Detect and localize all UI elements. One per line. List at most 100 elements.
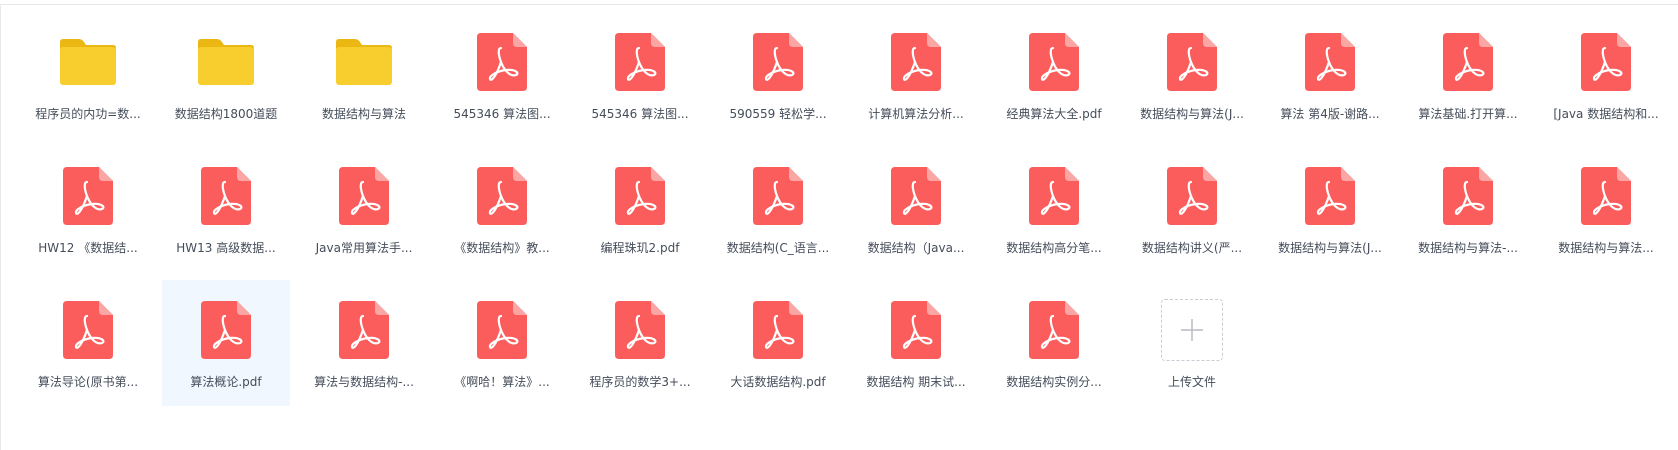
file-item[interactable]: [Java 数据结构和...: [1542, 12, 1670, 138]
pdf-icon: [24, 298, 152, 362]
file-item[interactable]: 大话数据结构.pdf: [714, 280, 842, 406]
upload-icon-wrap: [1128, 298, 1256, 362]
file-item[interactable]: 算法基础.打开算...: [1404, 12, 1532, 138]
pdf-icon: [339, 167, 389, 225]
file-item[interactable]: 程序员的数学3+...: [576, 280, 704, 406]
pdf-icon: [615, 33, 665, 91]
file-item[interactable]: 《啊哈！算法》...: [438, 280, 566, 406]
file-item[interactable]: 590559 轻松学...: [714, 12, 842, 138]
item-name: 数据结构(C_语言...: [726, 241, 830, 255]
item-name: 数据结构高分笔...: [1006, 241, 1102, 255]
pdf-icon: [1266, 164, 1394, 228]
pdf-icon: [1305, 167, 1355, 225]
folder-icon: [162, 30, 290, 94]
item-name: Java常用算法手...: [315, 241, 413, 255]
pdf-icon: [753, 167, 803, 225]
panel-left-border: [0, 4, 1, 450]
pdf-icon: [1542, 164, 1670, 228]
pdf-icon: [1266, 30, 1394, 94]
file-item[interactable]: 数据结构与算法-...: [1404, 146, 1532, 272]
pdf-icon: [1443, 33, 1493, 91]
pdf-icon: [1581, 33, 1631, 91]
pdf-icon: [63, 167, 113, 225]
pdf-icon: [891, 301, 941, 359]
pdf-icon: [891, 167, 941, 225]
pdf-icon: [576, 164, 704, 228]
item-name: 算法与数据结构-...: [314, 375, 414, 389]
folder-icon: [336, 39, 392, 85]
file-item[interactable]: 545346 算法图...: [576, 12, 704, 138]
pdf-icon: [201, 167, 251, 225]
file-item[interactable]: 计算机算法分析...: [852, 12, 980, 138]
pdf-icon: [1305, 33, 1355, 91]
pdf-icon: [477, 33, 527, 91]
file-item[interactable]: 545346 算法图...: [438, 12, 566, 138]
folder-item[interactable]: 数据结构与算法: [300, 12, 428, 138]
pdf-icon: [1404, 30, 1532, 94]
file-item[interactable]: 数据结构与算法(J...: [1266, 146, 1394, 272]
item-name: 590559 轻松学...: [729, 107, 827, 121]
item-name: HW12 《数据结...: [38, 241, 138, 255]
item-name: 545346 算法图...: [453, 107, 551, 121]
folder-icon: [24, 30, 152, 94]
panel-top-border: [0, 4, 1678, 5]
pdf-icon: [1443, 167, 1493, 225]
item-name: 545346 算法图...: [591, 107, 689, 121]
file-item[interactable]: 算法导论(原书第...: [24, 280, 152, 406]
file-item[interactable]: 数据结构高分笔...: [990, 146, 1118, 272]
item-name: HW13 高级数据...: [176, 241, 276, 255]
file-item[interactable]: 编程珠玑2.pdf: [576, 146, 704, 272]
upload-button[interactable]: [1161, 299, 1223, 361]
pdf-icon: [852, 298, 980, 362]
item-name: 算法导论(原书第...: [37, 375, 139, 389]
file-item[interactable]: 数据结构 期末试...: [852, 280, 980, 406]
file-item[interactable]: 算法 第4版-谢路...: [1266, 12, 1394, 138]
pdf-icon: [1167, 167, 1217, 225]
pdf-icon: [1029, 167, 1079, 225]
pdf-icon: [990, 298, 1118, 362]
file-item[interactable]: 算法概论.pdf: [162, 280, 290, 406]
pdf-icon: [615, 301, 665, 359]
pdf-icon: [1542, 30, 1670, 94]
pdf-icon: [753, 301, 803, 359]
file-item[interactable]: HW13 高级数据...: [162, 146, 290, 272]
file-item[interactable]: 数据结构与算法...: [1542, 146, 1670, 272]
pdf-icon: [1404, 164, 1532, 228]
pdf-icon: [1029, 33, 1079, 91]
item-name: 算法 第4版-谢路...: [1280, 107, 1380, 121]
item-name: 数据结构与算法(J...: [1140, 107, 1244, 121]
pdf-icon: [162, 298, 290, 362]
pdf-icon: [438, 298, 566, 362]
pdf-icon: [438, 30, 566, 94]
pdf-icon: [1128, 164, 1256, 228]
file-item[interactable]: HW12 《数据结...: [24, 146, 152, 272]
file-item[interactable]: 数据结构与算法(J...: [1128, 12, 1256, 138]
file-item[interactable]: 经典算法大全.pdf: [990, 12, 1118, 138]
file-item[interactable]: 数据结构(C_语言...: [714, 146, 842, 272]
folder-icon: [198, 39, 254, 85]
folder-item[interactable]: 数据结构1800道题: [162, 12, 290, 138]
file-item[interactable]: Java常用算法手...: [300, 146, 428, 272]
pdf-icon: [990, 164, 1118, 228]
pdf-icon: [615, 167, 665, 225]
pdf-icon: [477, 301, 527, 359]
file-item[interactable]: 数据结构讲义(严...: [1128, 146, 1256, 272]
file-item[interactable]: 算法与数据结构-...: [300, 280, 428, 406]
item-name: 算法概论.pdf: [190, 375, 262, 389]
item-name: 数据结构与算法(J...: [1278, 241, 1382, 255]
upload-tile[interactable]: 上传文件: [1128, 280, 1256, 406]
file-item[interactable]: 数据结构（Java...: [852, 146, 980, 272]
folder-item[interactable]: 程序员的内功=数...: [24, 12, 152, 138]
folder-icon: [300, 30, 428, 94]
item-name: 编程珠玑2.pdf: [600, 241, 680, 255]
file-grid: 程序员的内功=数... 数据结构1800道题 数据结构与算法 545346 算法…: [19, 12, 1675, 414]
item-name: 经典算法大全.pdf: [1006, 107, 1102, 121]
file-item[interactable]: 《数据结构》教...: [438, 146, 566, 272]
item-name: 程序员的内功=数...: [35, 107, 141, 121]
pdf-icon: [201, 301, 251, 359]
item-name: 数据结构与算法-...: [1418, 241, 1518, 255]
pdf-icon: [714, 30, 842, 94]
file-item[interactable]: 数据结构实例分...: [990, 280, 1118, 406]
pdf-icon: [24, 164, 152, 228]
item-name: 《数据结构》教...: [454, 241, 550, 255]
